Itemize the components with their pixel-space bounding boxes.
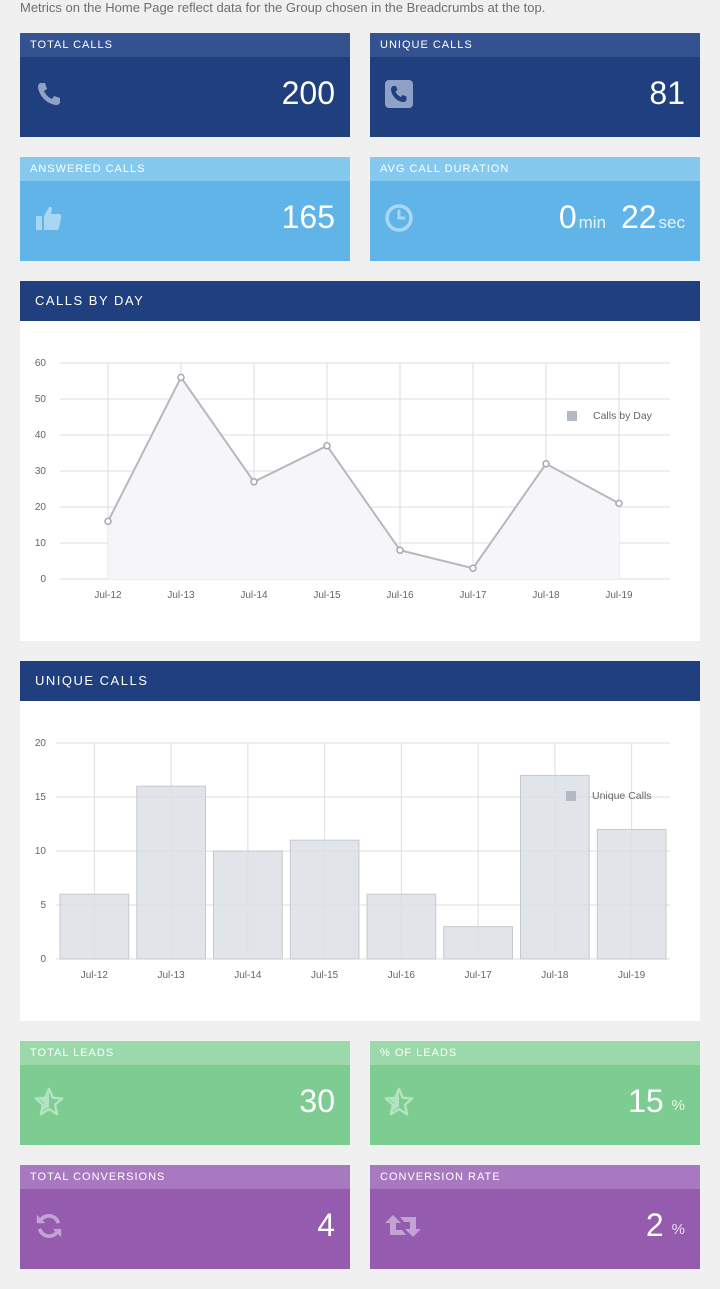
minutes-unit: min <box>578 213 607 232</box>
data-point <box>469 564 477 572</box>
data-point <box>177 373 185 382</box>
x-tick-label: Jul-19 <box>605 590 633 601</box>
x-tick-label: Jul-19 <box>618 970 646 981</box>
y-tick-label: 10 <box>35 846 47 857</box>
star-icon <box>384 1087 414 1117</box>
total-leads-tile: TOTAL LEADS 30 <box>20 1041 350 1145</box>
unique-calls-chart: 0 5 10 15 20 Jul-12 Jul-13 Jul-14 Jul-15 Jul-16 Ju… <box>35 738 670 981</box>
x-tick-label: Jul-17 <box>459 590 487 601</box>
x-tick-label: Jul-16 <box>388 970 416 981</box>
pct-of-leads-tile: % OF LEADS 15% <box>370 1041 700 1145</box>
tile-value: 15% <box>628 1081 685 1121</box>
x-tick-label: Jul-14 <box>240 590 268 601</box>
data-point <box>396 546 404 554</box>
tile-label: CONVERSION RATE <box>370 1165 700 1189</box>
legend-swatch <box>567 411 577 421</box>
unique-calls-tile: UNIQUE CALLS 81 <box>370 33 700 137</box>
x-tick-label: Jul-18 <box>532 590 560 601</box>
y-tick-label: 0 <box>40 574 46 585</box>
tile-value: 200 <box>281 75 335 111</box>
total-calls-tile: TOTAL CALLS 200 <box>20 33 350 137</box>
y-tick-label: 30 <box>35 466 47 477</box>
calls-by-day-chart: 0 10 20 30 40 50 60 Jul-12 Jul-13 Jul-14 Jul-15 Jul… <box>35 358 670 601</box>
legend-swatch <box>566 791 576 801</box>
data-point <box>542 460 550 468</box>
panel-title: CALLS BY DAY <box>20 281 700 321</box>
percent-unit: % <box>671 1097 685 1114</box>
series-area <box>108 377 619 579</box>
x-tick-label: Jul-18 <box>541 970 569 981</box>
tile-label: TOTAL CONVERSIONS <box>20 1165 350 1189</box>
duration-seconds: 22 <box>620 199 657 235</box>
legend-label: Unique Calls <box>592 790 652 802</box>
avg-call-duration-tile: AVG CALL DURATION 0 min 22 sec <box>370 157 700 261</box>
conversion-rate-tile: CONVERSION RATE 2% <box>370 1165 700 1269</box>
y-tick-label: 50 <box>35 394 47 405</box>
legend-label: Calls by Day <box>593 410 653 422</box>
thumbs-up-icon <box>34 203 64 233</box>
tile-value: 0 min 22 sec <box>559 197 685 237</box>
x-tick-label: Jul-15 <box>313 590 341 601</box>
bar <box>366 893 437 960</box>
phone-square-icon <box>384 79 414 109</box>
intro-text: Metrics on the Home Page reflect data fo… <box>20 0 546 15</box>
data-point <box>615 499 623 508</box>
percent-unit: % <box>671 1221 685 1238</box>
tile-value: 30 <box>299 1083 335 1119</box>
x-tick-label: Jul-13 <box>158 970 186 981</box>
refresh-icon <box>34 1211 64 1241</box>
conversion-rate-value: 2 <box>645 1207 664 1243</box>
bar <box>596 828 667 960</box>
phone-icon <box>34 79 64 109</box>
data-point <box>104 517 112 526</box>
x-tick-label: Jul-16 <box>386 590 414 601</box>
tile-label: AVG CALL DURATION <box>370 157 700 181</box>
unique-calls-panel: UNIQUE CALLS 0 5 10 15 20 Jul-12 Jul-13 Jul-14 J… <box>20 661 700 1021</box>
x-tick-label: Jul-15 <box>311 970 339 981</box>
bar <box>213 850 283 960</box>
calls-by-day-panel: CALLS BY DAY 0 10 20 30 40 50 60 Jul-12 Jul-13 Ju… <box>20 281 700 641</box>
answered-calls-tile: ANSWERED CALLS 165 <box>20 157 350 261</box>
retweet-icon <box>384 1211 422 1241</box>
x-tick-label: Jul-12 <box>94 590 122 601</box>
clock-icon <box>384 203 414 233</box>
total-conversions-tile: TOTAL CONVERSIONS 4 <box>20 1165 350 1269</box>
duration-minutes: 0 <box>558 199 577 235</box>
y-tick-label: 15 <box>35 792 47 803</box>
pct-leads-value: 15 <box>628 1083 664 1119</box>
data-point <box>250 478 258 486</box>
panel-title: UNIQUE CALLS <box>20 661 700 701</box>
seconds-unit: sec <box>658 213 685 232</box>
tile-value: 81 <box>649 75 685 111</box>
bar <box>136 785 206 960</box>
tile-label: TOTAL LEADS <box>20 1041 350 1065</box>
tile-value: 165 <box>281 199 335 235</box>
tile-label: ANSWERED CALLS <box>20 157 350 181</box>
y-tick-label: 20 <box>35 502 47 513</box>
x-tick-label: Jul-17 <box>465 970 493 981</box>
y-tick-label: 5 <box>40 900 46 911</box>
bar <box>520 774 590 960</box>
tile-value: 4 <box>317 1207 335 1243</box>
x-tick-label: Jul-12 <box>81 970 109 981</box>
y-tick-label: 0 <box>40 954 46 965</box>
bar <box>443 926 513 960</box>
tile-value: 2% <box>646 1205 685 1245</box>
y-tick-label: 20 <box>35 738 47 749</box>
tile-label: UNIQUE CALLS <box>370 33 700 57</box>
y-tick-label: 60 <box>35 358 47 369</box>
x-tick-label: Jul-14 <box>234 970 262 981</box>
y-tick-label: 10 <box>35 538 47 549</box>
y-tick-label: 40 <box>35 430 47 441</box>
bar <box>289 839 360 960</box>
bar <box>59 893 130 960</box>
x-tick-label: Jul-13 <box>167 590 195 601</box>
tile-label: % OF LEADS <box>370 1041 700 1065</box>
tile-label: TOTAL CALLS <box>20 33 350 57</box>
data-point <box>323 442 331 450</box>
star-icon <box>34 1087 64 1117</box>
